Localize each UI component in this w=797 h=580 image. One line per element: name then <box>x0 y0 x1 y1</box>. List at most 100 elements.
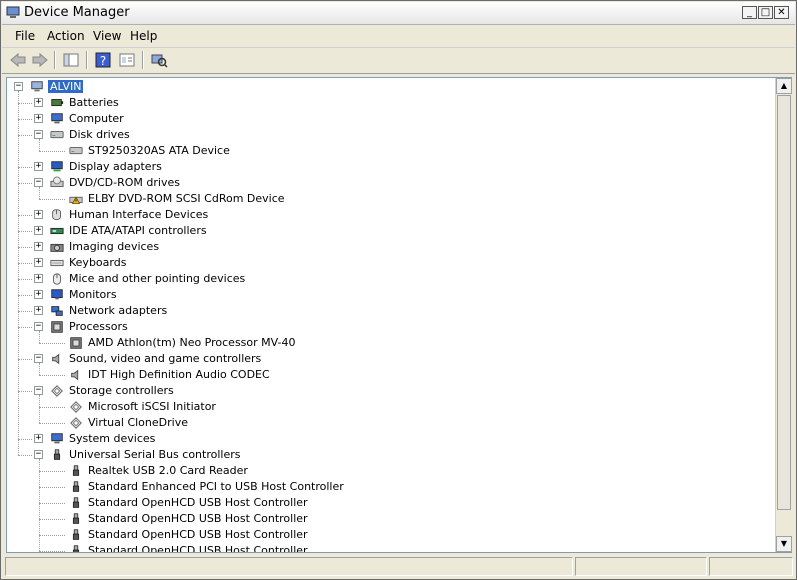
tree-device-label[interactable]: Standard OpenHCD USB Host Controller <box>88 528 308 541</box>
tree-category-label[interactable]: Disk drives <box>69 128 130 141</box>
toolbar: ? <box>2 48 795 74</box>
maximize-button[interactable]: □ <box>758 6 773 19</box>
menu-action[interactable]: Action <box>47 29 85 43</box>
properties-icon[interactable] <box>118 51 136 69</box>
tree-device-label[interactable]: Microsoft iSCSI Initiator <box>88 400 216 413</box>
tree-category-label[interactable]: Human Interface Devices <box>69 208 208 221</box>
tree-connector <box>39 487 65 488</box>
tree-root-label[interactable]: ALVIN <box>48 80 84 93</box>
tree-device-row[interactable]: Standard OpenHCD USB Host Controller <box>7 527 773 543</box>
tree-category-row[interactable]: + IDE ATA/ATAPI controllers <box>7 223 773 239</box>
device-tree[interactable]: − ALVIN + Batteries + Computer − Disk drives ST9… <box>6 77 792 553</box>
tree-category-label[interactable]: Computer <box>69 112 124 125</box>
minimize-button[interactable]: _ <box>742 6 757 19</box>
expand-toggle[interactable]: + <box>34 210 43 219</box>
vertical-scrollbar[interactable]: ▲ ▼ <box>775 78 792 552</box>
tree-category-row[interactable]: + System devices <box>7 431 773 447</box>
tree-device-label[interactable]: Standard OpenHCD USB Host Controller <box>88 512 308 525</box>
tree-category-row[interactable]: + Network adapters <box>7 303 773 319</box>
tree-category-label[interactable]: System devices <box>69 432 155 445</box>
tree-device-row[interactable]: Standard OpenHCD USB Host Controller <box>7 511 773 527</box>
tree-category-row[interactable]: + Mice and other pointing devices <box>7 271 773 287</box>
tree-category-label[interactable]: Imaging devices <box>69 240 159 253</box>
tree-category-row[interactable]: + Display adapters <box>7 159 773 175</box>
tree-device-row[interactable]: AMD Athlon(tm) Neo Processor MV-40 <box>7 335 773 351</box>
scan-hardware-icon[interactable] <box>150 51 168 69</box>
collapse-toggle[interactable]: − <box>34 178 43 187</box>
tree-device-label[interactable]: IDT High Definition Audio CODEC <box>88 368 270 381</box>
tree-category-label[interactable]: DVD/CD-ROM drives <box>69 176 180 189</box>
tree-category-label[interactable]: Batteries <box>69 96 119 109</box>
tree-category-row[interactable]: + Human Interface Devices <box>7 207 773 223</box>
tree-category-row[interactable]: − Sound, video and game controllers <box>7 351 773 367</box>
menu-file[interactable]: File <box>15 29 35 43</box>
close-button[interactable]: ✕ <box>774 6 789 19</box>
tree-device-row[interactable]: Realtek USB 2.0 Card Reader <box>7 463 773 479</box>
collapse-toggle[interactable]: − <box>14 82 23 91</box>
tree-connector <box>18 311 32 312</box>
tree-category-row[interactable]: + Monitors <box>7 287 773 303</box>
expand-toggle[interactable]: + <box>34 274 43 283</box>
tree-category-row[interactable]: − Storage controllers <box>7 383 773 399</box>
expand-toggle[interactable]: + <box>34 242 43 251</box>
collapse-toggle[interactable]: − <box>34 386 43 395</box>
back-icon[interactable] <box>9 51 27 69</box>
tree-device-label[interactable]: Realtek USB 2.0 Card Reader <box>88 464 248 477</box>
tree-device-label[interactable]: ELBY DVD-ROM SCSI CdRom Device <box>88 192 285 205</box>
tree-category-label[interactable]: Display adapters <box>69 160 162 173</box>
show-hide-tree-icon[interactable] <box>62 51 80 69</box>
title-bar[interactable]: Device Manager _ □ ✕ <box>2 2 795 25</box>
tree-category-row[interactable]: + Imaging devices <box>7 239 773 255</box>
tree-category-row[interactable]: − Universal Serial Bus controllers <box>7 447 773 463</box>
tree-device-row[interactable]: IDT High Definition Audio CODEC <box>7 367 773 383</box>
tree-category-label[interactable]: Processors <box>69 320 128 333</box>
tree-category-label[interactable]: Storage controllers <box>69 384 174 397</box>
collapse-toggle[interactable]: − <box>34 354 43 363</box>
tree-device-row[interactable]: Microsoft iSCSI Initiator <box>7 399 773 415</box>
tree-category-label[interactable]: Network adapters <box>69 304 167 317</box>
tree-root-row[interactable]: − ALVIN <box>7 79 773 95</box>
tree-category-label[interactable]: Keyboards <box>69 256 126 269</box>
tree-device-label[interactable]: Standard OpenHCD USB Host Controller <box>88 544 308 552</box>
tree-device-row[interactable]: Standard Enhanced PCI to USB Host Contro… <box>7 479 773 495</box>
tree-category-row[interactable]: − DVD/CD-ROM drives <box>7 175 773 191</box>
tree-device-label[interactable]: ST9250320AS ATA Device <box>88 144 230 157</box>
menu-help[interactable]: Help <box>130 29 157 43</box>
collapse-toggle[interactable]: − <box>34 322 43 331</box>
tree-category-row[interactable]: + Computer <box>7 111 773 127</box>
tree-device-label[interactable]: Standard Enhanced PCI to USB Host Contro… <box>88 480 344 493</box>
expand-toggle[interactable]: + <box>34 258 43 267</box>
tree-device-row[interactable]: ST9250320AS ATA Device <box>7 143 773 159</box>
tree-category-row[interactable]: − Disk drives <box>7 127 773 143</box>
tree-device-label[interactable]: Virtual CloneDrive <box>88 416 188 429</box>
expand-toggle[interactable]: + <box>34 434 43 443</box>
tree-device-row[interactable]: Standard OpenHCD USB Host Controller <box>7 543 773 552</box>
tree-device-row[interactable]: Virtual CloneDrive <box>7 415 773 431</box>
menu-view[interactable]: View <box>93 29 121 43</box>
tree-device-row[interactable]: ELBY DVD-ROM SCSI CdRom Device <box>7 191 773 207</box>
tree-category-row[interactable]: − Processors <box>7 319 773 335</box>
expand-toggle[interactable]: + <box>34 114 43 123</box>
tree-category-label[interactable]: Universal Serial Bus controllers <box>69 448 240 461</box>
tree-category-label[interactable]: IDE ATA/ATAPI controllers <box>69 224 207 237</box>
tree-device-row[interactable]: Standard OpenHCD USB Host Controller <box>7 495 773 511</box>
expand-toggle[interactable]: + <box>34 98 43 107</box>
tree-category-label[interactable]: Monitors <box>69 288 117 301</box>
tree-device-label[interactable]: Standard OpenHCD USB Host Controller <box>88 496 308 509</box>
scroll-up-button[interactable]: ▲ <box>776 78 792 94</box>
expand-toggle[interactable]: + <box>34 162 43 171</box>
scroll-thumb[interactable] <box>777 95 791 510</box>
forward-icon[interactable] <box>31 51 49 69</box>
collapse-toggle[interactable]: − <box>34 450 43 459</box>
scroll-down-button[interactable]: ▼ <box>776 536 792 552</box>
collapse-toggle[interactable]: − <box>34 130 43 139</box>
tree-device-label[interactable]: AMD Athlon(tm) Neo Processor MV-40 <box>88 336 296 349</box>
tree-category-row[interactable]: + Batteries <box>7 95 773 111</box>
tree-category-row[interactable]: + Keyboards <box>7 255 773 271</box>
expand-toggle[interactable]: + <box>34 290 43 299</box>
expand-toggle[interactable]: + <box>34 306 43 315</box>
help-icon[interactable]: ? <box>94 51 112 69</box>
tree-category-label[interactable]: Sound, video and game controllers <box>69 352 261 365</box>
tree-category-label[interactable]: Mice and other pointing devices <box>69 272 245 285</box>
expand-toggle[interactable]: + <box>34 226 43 235</box>
